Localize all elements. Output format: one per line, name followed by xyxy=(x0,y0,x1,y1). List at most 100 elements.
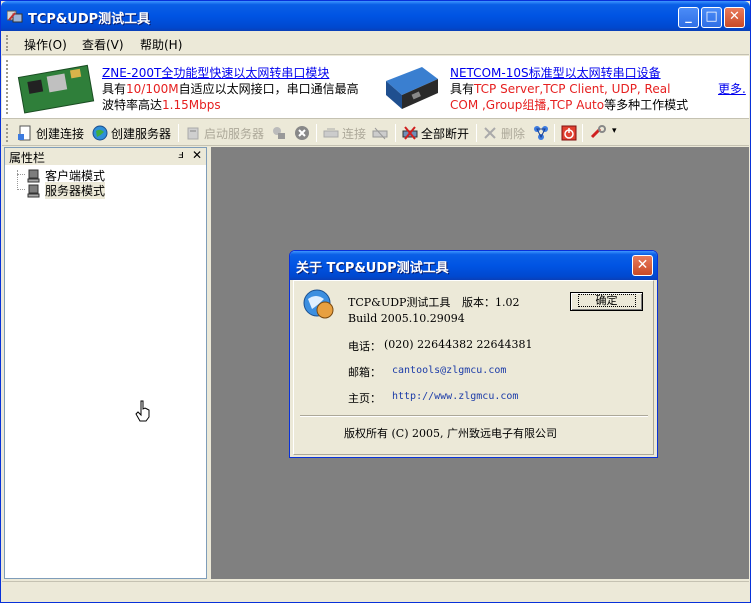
ad2-text: 等多种工作模式 xyxy=(604,98,689,112)
menubar-grip[interactable] xyxy=(6,35,9,51)
zne-200t-module-image[interactable] xyxy=(17,59,97,115)
connect-icon xyxy=(323,128,339,138)
ad2-highlight: TCP Server,TCP Client, UDP, Real xyxy=(474,82,671,96)
toolbar-separator xyxy=(178,124,179,142)
about-dialog-title: 关于 TCP&UDP测试工具 xyxy=(296,261,449,276)
netcom-10s-device-image[interactable] xyxy=(382,59,442,115)
disconnect-all-icon xyxy=(402,126,418,140)
ad1-text: 具有 xyxy=(102,82,127,96)
adbar-grip[interactable] xyxy=(6,60,9,114)
ad-bar: ZNE-200T全功能型快速以太网转串口模块 具有10/100M自适应以太网接口… xyxy=(2,56,749,119)
main-window: TCP&UDP测试工具 _ □ ✕ 操作(O) 查看(V) 帮助(H) ZNE-… xyxy=(0,0,751,603)
app-icon xyxy=(7,10,23,23)
delete-icon xyxy=(484,127,496,139)
ad1-text: 自适应以太网接口，串口通信最高 xyxy=(178,82,359,96)
about-dialog-title-bar[interactable]: 关于 TCP&UDP测试工具 ✕ xyxy=(290,251,657,280)
delete-label: 删除 xyxy=(501,126,526,141)
properties-panel: 属性栏 ⅎ ✕ 客户端模式 服务器模式 xyxy=(4,147,207,579)
ad2-block: NETCOM-10S标准型以太网转串口设备 具有TCP Server,TCP C… xyxy=(450,65,688,113)
delete-button[interactable]: 删除 xyxy=(482,124,525,142)
ad1-block: ZNE-200T全功能型快速以太网转串口模块 具有10/100M自适应以太网接口… xyxy=(102,65,359,113)
disconnect-icon[interactable] xyxy=(372,125,388,141)
disconnect-all-button[interactable]: 全部断开 xyxy=(402,124,469,142)
disconnect-all-label: 全部断开 xyxy=(421,126,470,141)
title-bar[interactable]: TCP&UDP测试工具 _ □ ✕ xyxy=(1,1,750,31)
tree-connector xyxy=(17,189,25,190)
ok-button[interactable]: 确定 xyxy=(570,292,643,311)
pin-icon[interactable]: ⅎ xyxy=(178,148,184,161)
power-icon[interactable] xyxy=(561,125,577,141)
toolbar-separator xyxy=(554,124,555,142)
properties-panel-title: 属性栏 xyxy=(9,151,46,165)
ad1-highlight: 10/100M xyxy=(126,82,179,96)
create-server-label: 创建服务器 xyxy=(111,126,172,141)
toolbar: 创建连接 创建服务器 启动服务器 连接 全部断开 删除 ▾ xyxy=(2,120,749,146)
phone-label: 电话： xyxy=(348,340,381,353)
ad2-title-link[interactable]: NETCOM-10S标准型以太网转串口设备 xyxy=(450,66,661,80)
build-text: Build 2005.10.29094 xyxy=(348,312,465,325)
tree-item-server-mode[interactable]: 服务器模式 xyxy=(27,182,106,199)
toolbar-separator xyxy=(316,124,317,142)
menu-help[interactable]: 帮助(H) xyxy=(140,36,182,53)
toolbar-separator xyxy=(582,124,583,142)
window-title: TCP&UDP测试工具 xyxy=(28,12,151,27)
more-link[interactable]: 更多. xyxy=(718,80,746,97)
menu-operate[interactable]: 操作(O) xyxy=(24,36,67,53)
ad1-title-link[interactable]: ZNE-200T全功能型快速以太网转串口模块 xyxy=(102,66,329,80)
app-name-text: TCP&UDP测试工具 xyxy=(348,296,451,309)
dialog-divider xyxy=(300,415,648,417)
computer-icon xyxy=(27,169,40,182)
start-server-button[interactable]: 启动服务器 xyxy=(185,124,264,142)
menu-view[interactable]: 查看(V) xyxy=(82,36,124,53)
toolbar-overflow-icon[interactable]: ▾ xyxy=(612,126,617,136)
toolbar-separator xyxy=(395,124,396,142)
copyright-text: 版权所有 (C) 2005, 广州致远电子有限公司 xyxy=(344,427,557,440)
tree-connector xyxy=(17,170,18,190)
connect-label: 连接 xyxy=(342,126,367,141)
tree-item-label: 服务器模式 xyxy=(45,182,106,199)
email-link[interactable]: cantools@zlgmcu.com xyxy=(392,365,506,376)
ad1-highlight: 1.15Mbps xyxy=(162,98,221,112)
maximize-icon: □ xyxy=(705,9,718,24)
minimize-icon: _ xyxy=(685,9,692,24)
about-dialog: 关于 TCP&UDP测试工具 ✕ TCP&UDP测试工具 版本：1.02 Bui… xyxy=(289,250,658,458)
tools-icon[interactable] xyxy=(590,125,606,141)
menu-bar: 操作(O) 查看(V) 帮助(H) xyxy=(2,31,749,55)
status-bar xyxy=(2,581,749,602)
toolbar-separator xyxy=(476,124,477,142)
connect-button[interactable]: 连接 xyxy=(323,124,366,142)
app-logo-icon xyxy=(303,289,334,319)
properties-panel-header: 属性栏 ⅎ ✕ xyxy=(5,148,206,165)
network-icon[interactable] xyxy=(533,125,549,141)
close-button[interactable]: ✕ xyxy=(724,7,745,28)
phone-value: (020) 22644382 22644381 xyxy=(384,338,533,351)
new-document-icon xyxy=(18,125,31,141)
create-server-button[interactable]: 创建服务器 xyxy=(92,124,171,142)
tree-connector xyxy=(17,174,25,175)
panel-close-icon[interactable]: ✕ xyxy=(192,148,202,162)
ad1-text: 波特率高达 xyxy=(102,98,163,112)
close-icon: ✕ xyxy=(636,257,649,273)
homepage-link[interactable]: http://www.zlgmcu.com xyxy=(392,391,518,402)
create-connection-label: 创建连接 xyxy=(36,126,85,141)
ad2-highlight: COM ,Group组播,TCP Auto xyxy=(450,98,605,112)
toolbar-grip[interactable] xyxy=(6,124,9,142)
stop-server-icon[interactable] xyxy=(271,125,287,141)
email-label: 邮箱： xyxy=(348,366,381,379)
maximize-button[interactable]: □ xyxy=(701,7,722,28)
minimize-button[interactable]: _ xyxy=(678,7,699,28)
hand-cursor-icon xyxy=(135,400,150,422)
ok-button-label: 确定 xyxy=(577,294,636,307)
start-server-label: 启动服务器 xyxy=(204,126,265,141)
ad2-text: 具有 xyxy=(450,82,475,96)
about-dialog-body: TCP&UDP测试工具 版本：1.02 Build 2005.10.29094 … xyxy=(293,280,654,455)
about-dialog-close-button[interactable]: ✕ xyxy=(632,255,653,276)
cancel-icon[interactable] xyxy=(294,125,310,141)
start-server-icon xyxy=(187,127,199,140)
version-text: 版本：1.02 xyxy=(462,296,520,309)
create-connection-button[interactable]: 创建连接 xyxy=(17,124,84,142)
homepage-label: 主页： xyxy=(348,392,381,405)
close-icon: ✕ xyxy=(729,9,740,24)
computer-icon xyxy=(27,184,40,197)
globe-icon xyxy=(92,125,108,141)
